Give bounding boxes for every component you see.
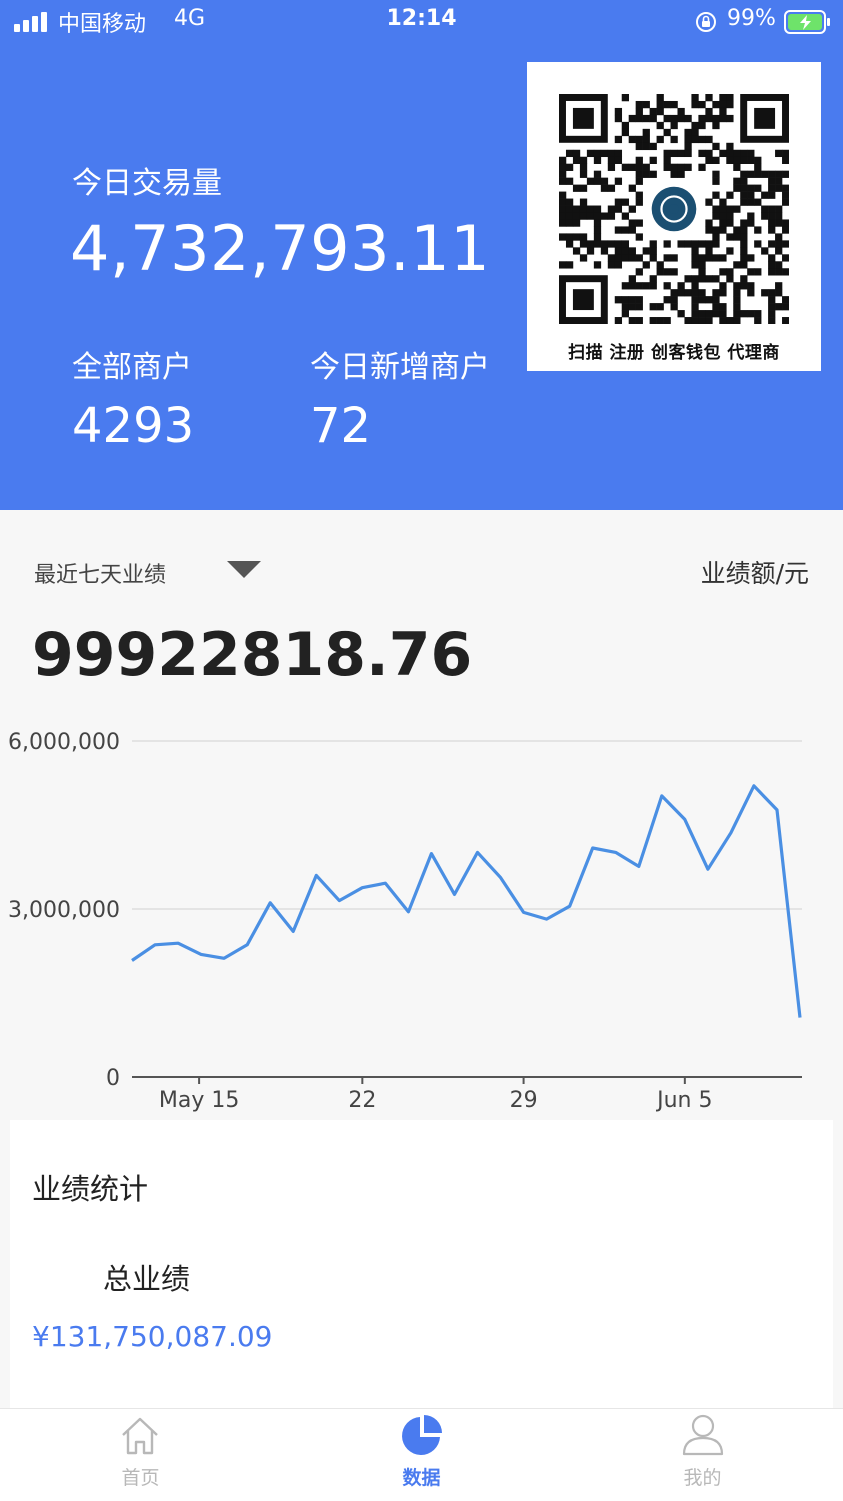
tab-data-label: 数据 — [402, 1467, 441, 1489]
header-panel: 今日交易量 4,732,793.11 全部商户 4293 今日新增商户 72 扫… — [0, 0, 843, 510]
y-tick-label: 3,000,000 — [8, 898, 120, 923]
total-performance-value: ¥131,750,087.09 — [32, 1320, 273, 1353]
x-tick-label: 22 — [348, 1088, 376, 1113]
dropdown-triangle-icon[interactable] — [227, 561, 263, 581]
tab-home-label: 首页 — [121, 1467, 160, 1489]
stats-card: 业绩统计 总业绩 ¥131,750,087.09 — [10, 1120, 833, 1410]
qr-caption: 扫描 注册 创客钱包 代理商 — [568, 343, 780, 363]
tab-bar: 首页 数据 我的 — [0, 1408, 843, 1501]
status-bar: 中国移动 4G 12:14 99% — [0, 0, 843, 44]
today-volume-label: 今日交易量 — [72, 166, 222, 201]
tab-mine[interactable]: 我的 — [562, 1409, 843, 1501]
today-volume-value: 4,732,793.11 — [70, 212, 491, 285]
new-merchants-label: 今日新增商户 — [310, 350, 490, 385]
tab-mine-label: 我的 — [683, 1467, 722, 1489]
pie-chart-icon — [402, 1415, 442, 1455]
user-icon — [682, 1414, 724, 1456]
x-tick-label: Jun 5 — [655, 1088, 712, 1113]
unit-label: 业绩额/元 — [700, 559, 809, 588]
range-selector-label[interactable]: 最近七天业绩 — [34, 557, 166, 589]
qr-code-card[interactable] — [527, 62, 821, 371]
tab-data[interactable]: 数据 — [281, 1409, 562, 1501]
x-tick-label: 29 — [510, 1088, 538, 1113]
series-line — [131, 784, 802, 1018]
battery-charging-icon — [784, 10, 830, 34]
battery-percentage: 99% — [727, 6, 776, 31]
total-performance-label: 总业绩 — [103, 1262, 191, 1296]
qr-code — [559, 94, 789, 324]
all-merchants-value: 4293 — [72, 398, 195, 454]
y-tick-label: 6,000,000 — [8, 730, 120, 755]
tab-home[interactable]: 首页 — [0, 1409, 281, 1501]
new-merchants-value: 72 — [310, 398, 372, 454]
performance-line-chart: 6,000,000 3,000,000 0 May 15 22 29 Jun 5 — [8, 730, 802, 1113]
rotation-lock-icon — [696, 12, 716, 32]
x-tick-label: May 15 — [159, 1088, 239, 1113]
home-icon — [122, 1417, 158, 1455]
y-tick-label: 0 — [106, 1066, 120, 1091]
stats-title: 业绩统计 — [32, 1172, 149, 1206]
all-merchants-label: 全部商户 — [72, 350, 192, 385]
period-total-value: 99922818.76 — [32, 620, 473, 690]
